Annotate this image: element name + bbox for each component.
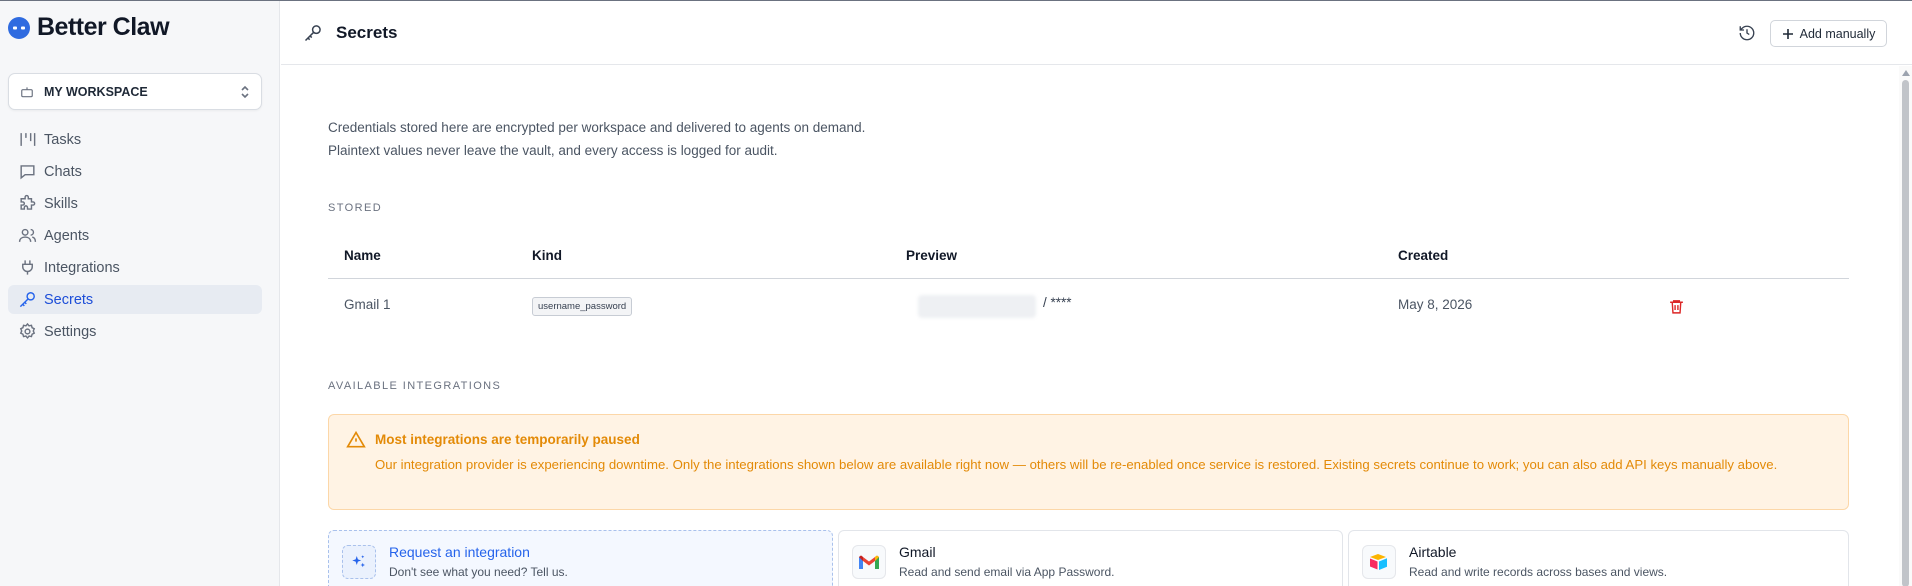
tasks-icon xyxy=(20,133,36,146)
preview-masked: / **** xyxy=(1043,295,1072,310)
card-title: Airtable xyxy=(1409,544,1457,560)
sidebar-item-chats[interactable]: Chats xyxy=(8,157,262,186)
key-icon xyxy=(304,25,321,42)
brand[interactable]: Better Claw xyxy=(8,13,170,42)
sidebar-item-label: Tasks xyxy=(44,131,82,148)
brand-name: Better Claw xyxy=(37,13,170,41)
sidebar-item-label: Secrets xyxy=(44,291,94,308)
sidebar-item-label: Integrations xyxy=(44,259,120,276)
users-icon xyxy=(18,228,37,242)
brand-logo-icon xyxy=(8,16,30,39)
sidebar-item-skills[interactable]: Skills xyxy=(8,189,262,218)
card-title: Gmail xyxy=(899,544,936,560)
workspace-label: MY WORKSPACE xyxy=(44,84,148,99)
alert-title: Most integrations are temporarily paused xyxy=(375,432,640,447)
alert-body: Our integration provider is experiencing… xyxy=(375,457,1778,472)
history-icon[interactable] xyxy=(1738,24,1756,42)
sidebar-item-label: Skills xyxy=(44,195,78,212)
add-manually-button[interactable]: Add manually xyxy=(1770,20,1887,47)
intro-line-2: Plaintext values never leave the vault, … xyxy=(328,143,778,158)
created-date: May 8, 2026 xyxy=(1398,297,1473,312)
sidebar-item-agents[interactable]: Agents xyxy=(8,221,262,250)
plus-icon xyxy=(1782,28,1793,39)
gmail-integration-card[interactable]: Gmail Read and send email via App Passwo… xyxy=(838,530,1343,586)
intro-line-1: Credentials stored here are encrypted pe… xyxy=(328,120,866,135)
main-content: Credentials stored here are encrypted pe… xyxy=(281,66,1899,586)
secrets-table: Name Kind Preview Created Gmail 1 userna… xyxy=(328,233,1849,334)
card-desc: Read and write records across bases and … xyxy=(1409,565,1668,579)
page-title: Secrets xyxy=(336,23,398,42)
sparkle-icon xyxy=(342,545,376,579)
plug-icon xyxy=(22,260,33,275)
page-header: Secrets Add manually xyxy=(281,1,1912,65)
sidebar-item-settings[interactable]: Settings xyxy=(8,317,262,346)
main-scrollbar[interactable] xyxy=(1899,66,1912,586)
sidebar-item-integrations[interactable]: Integrations xyxy=(8,253,262,282)
secret-name: Gmail 1 xyxy=(344,297,391,312)
add-manually-label: Add manually xyxy=(1799,26,1876,41)
chevron-updown-icon xyxy=(241,85,249,98)
sidebar-nav: Tasks Chats Skills Agents Integrations S… xyxy=(8,125,262,349)
key-icon xyxy=(19,292,35,308)
gear-icon xyxy=(19,322,36,339)
sidebar: Better Claw MY WORKSPACE Tasks Chats Ski… xyxy=(0,1,280,586)
scroll-thumb[interactable] xyxy=(1902,80,1909,586)
card-desc: Read and send email via App Password. xyxy=(899,565,1115,579)
intro-text: Credentials stored here are encrypted pe… xyxy=(328,116,865,162)
card-title: Request an integration xyxy=(389,544,530,560)
integrations-section-label: AVAILABLE INTEGRATIONS xyxy=(328,380,502,392)
sidebar-item-secrets[interactable]: Secrets xyxy=(8,285,262,314)
warning-icon xyxy=(346,430,366,448)
column-header-preview: Preview xyxy=(906,248,958,263)
table-row[interactable]: Gmail 1 username_password / **** May 8, … xyxy=(328,279,1849,334)
sidebar-item-tasks[interactable]: Tasks xyxy=(8,125,262,154)
request-integration-card[interactable]: Request an integration Don't see what yo… xyxy=(328,530,833,586)
kind-badge: username_password xyxy=(532,297,633,316)
sidebar-item-label: Chats xyxy=(44,163,82,180)
gmail-icon xyxy=(852,545,886,579)
preview-redacted xyxy=(918,295,1036,318)
chat-icon xyxy=(20,165,35,180)
trash-icon[interactable] xyxy=(1668,298,1685,315)
stored-section-label: STORED xyxy=(328,202,383,214)
workspace-icon xyxy=(21,86,33,97)
airtable-icon xyxy=(1362,545,1396,579)
column-header-kind: Kind xyxy=(532,248,562,263)
scroll-up-arrow[interactable] xyxy=(1902,70,1910,76)
puzzle-icon xyxy=(20,194,36,210)
integrations-paused-alert: Most integrations are temporarily paused… xyxy=(328,414,1849,510)
column-header-name: Name xyxy=(344,248,381,263)
workspace-switcher[interactable]: MY WORKSPACE xyxy=(8,73,262,110)
sidebar-item-label: Settings xyxy=(44,323,97,340)
table-header: Name Kind Preview Created xyxy=(328,233,1849,279)
column-header-created: Created xyxy=(1398,248,1449,263)
card-desc: Don't see what you need? Tell us. xyxy=(389,565,568,579)
sidebar-item-label: Agents xyxy=(44,227,90,244)
airtable-integration-card[interactable]: Airtable Read and write records across b… xyxy=(1348,530,1849,586)
